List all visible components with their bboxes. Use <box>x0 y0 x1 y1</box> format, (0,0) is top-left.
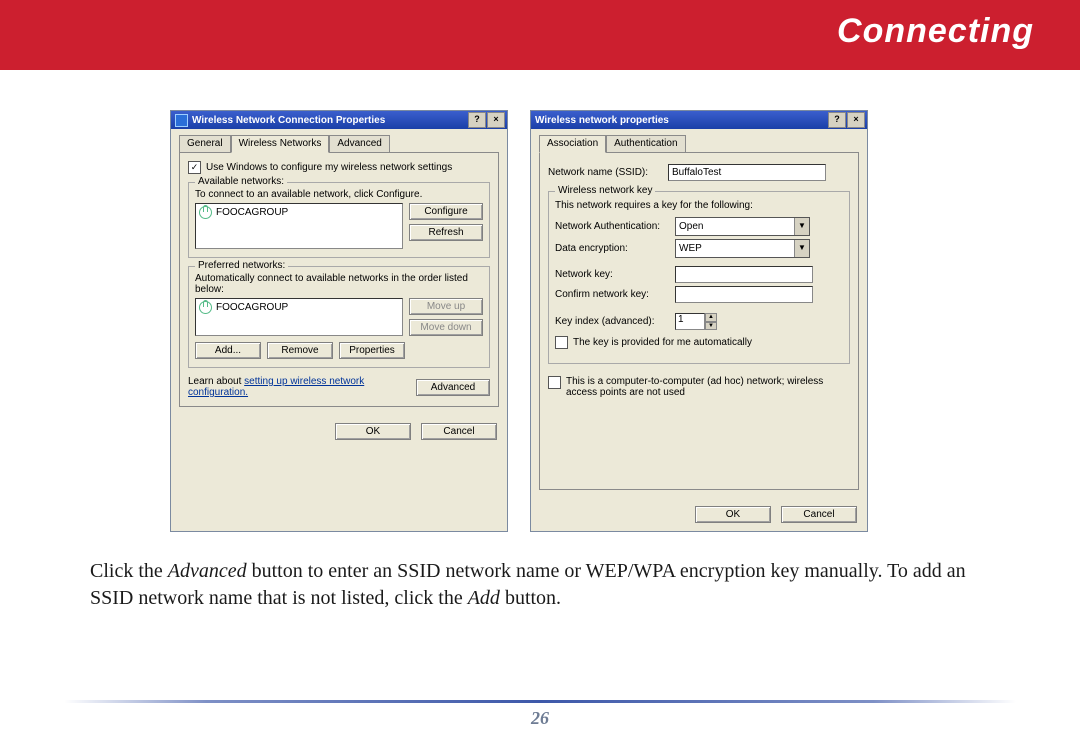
tab-association[interactable]: Association <box>539 135 606 153</box>
group-wireless-key: Wireless network key This network requir… <box>548 191 850 364</box>
dialog-network-properties: Wireless network properties ? × Associat… <box>530 110 868 532</box>
encryption-value: WEP <box>679 243 702 254</box>
tab-wireless-networks[interactable]: Wireless Networks <box>231 135 330 153</box>
key-index-input[interactable]: 1 <box>675 313 705 330</box>
refresh-button[interactable]: Refresh <box>409 224 483 241</box>
checkbox-auto-key[interactable] <box>555 336 568 349</box>
advanced-button[interactable]: Advanced <box>416 379 490 396</box>
network-name: FOOCAGROUP <box>216 207 288 218</box>
checkbox-label: Use Windows to configure my wireless net… <box>206 162 452 173</box>
page-title: Connecting <box>837 12 1034 51</box>
add-button[interactable]: Add... <box>195 342 261 359</box>
group-title: Available networks: <box>195 176 287 187</box>
key-index-label: Key index (advanced): <box>555 316 675 327</box>
learn-text: Learn about setting up wireless network … <box>188 376 368 398</box>
titlebar: Wireless network properties ? × <box>531 111 867 129</box>
ssid-input[interactable] <box>668 164 826 181</box>
group-title: Wireless network key <box>555 185 655 196</box>
network-key-label: Network key: <box>555 269 675 280</box>
tabs: Association Authentication <box>539 135 859 153</box>
network-key-input[interactable] <box>675 266 813 283</box>
network-icon <box>199 301 212 314</box>
ok-button[interactable]: OK <box>695 506 771 523</box>
list-item[interactable]: FOOCAGROUP <box>196 299 402 316</box>
cancel-button[interactable]: Cancel <box>781 506 857 523</box>
group-preferred: Preferred networks: Automatically connec… <box>188 266 490 368</box>
tab-panel: Network name (SSID): Wireless network ke… <box>539 152 859 490</box>
configure-button[interactable]: Configure <box>409 203 483 220</box>
chevron-down-icon: ▼ <box>794 218 809 235</box>
chevron-down-icon: ▼ <box>794 240 809 257</box>
tab-advanced[interactable]: Advanced <box>329 135 389 153</box>
help-icon[interactable]: ? <box>828 112 846 128</box>
ok-button[interactable]: OK <box>335 423 411 440</box>
network-icon <box>199 206 212 219</box>
encryption-select[interactable]: WEP ▼ <box>675 239 810 258</box>
chevron-down-icon[interactable]: ▼ <box>705 322 717 331</box>
tabs: General Wireless Networks Advanced <box>179 135 499 153</box>
page-number: 26 <box>0 708 1080 729</box>
chevron-up-icon[interactable]: ▲ <box>705 313 717 322</box>
header-bar: Connecting <box>0 0 1080 70</box>
key-hint: This network requires a key for the foll… <box>555 200 843 211</box>
list-item[interactable]: FOOCAGROUP <box>196 204 402 221</box>
close-icon[interactable]: × <box>487 112 505 128</box>
spinner-buttons[interactable]: ▲ ▼ <box>705 313 717 330</box>
tab-general[interactable]: General <box>179 135 231 153</box>
confirm-key-label: Confirm network key: <box>555 289 675 300</box>
checkbox-adhoc[interactable] <box>548 376 561 389</box>
encryption-label: Data encryption: <box>555 243 675 254</box>
auth-select[interactable]: Open ▼ <box>675 217 810 236</box>
properties-button[interactable]: Properties <box>339 342 405 359</box>
dialog-title: Wireless network properties <box>535 115 669 126</box>
tab-authentication[interactable]: Authentication <box>606 135 685 153</box>
group-available: Available networks: To connect to an ava… <box>188 182 490 258</box>
checkbox-label: The key is provided for me automatically <box>573 337 752 348</box>
caption-text: Click the Advanced button to enter an SS… <box>90 558 990 612</box>
remove-button[interactable]: Remove <box>267 342 333 359</box>
app-icon <box>175 114 188 127</box>
preferred-list[interactable]: FOOCAGROUP <box>195 298 403 336</box>
auth-label: Network Authentication: <box>555 221 675 232</box>
move-up-button[interactable]: Move up <box>409 298 483 315</box>
dialog-title: Wireless Network Connection Properties <box>192 115 385 126</box>
available-hint: To connect to an available network, clic… <box>195 189 483 200</box>
network-name: FOOCAGROUP <box>216 302 288 313</box>
close-icon[interactable]: × <box>847 112 865 128</box>
ssid-label: Network name (SSID): <box>548 167 668 178</box>
confirm-key-input[interactable] <box>675 286 813 303</box>
preferred-hint: Automatically connect to available netwo… <box>195 273 483 295</box>
titlebar: Wireless Network Connection Properties ?… <box>171 111 507 129</box>
auth-value: Open <box>679 221 703 232</box>
group-title: Preferred networks: <box>195 260 288 271</box>
adhoc-label: This is a computer-to-computer (ad hoc) … <box>566 376 836 398</box>
move-down-button[interactable]: Move down <box>409 319 483 336</box>
content: Wireless Network Connection Properties ?… <box>0 70 1080 612</box>
footer-divider <box>64 700 1016 703</box>
help-icon[interactable]: ? <box>468 112 486 128</box>
checkbox-use-windows[interactable]: ✓ <box>188 161 201 174</box>
dialog-connection-properties: Wireless Network Connection Properties ?… <box>170 110 508 532</box>
available-list[interactable]: FOOCAGROUP <box>195 203 403 249</box>
tab-panel: ✓ Use Windows to configure my wireless n… <box>179 152 499 407</box>
dialog-row: Wireless Network Connection Properties ?… <box>170 110 990 532</box>
cancel-button[interactable]: Cancel <box>421 423 497 440</box>
